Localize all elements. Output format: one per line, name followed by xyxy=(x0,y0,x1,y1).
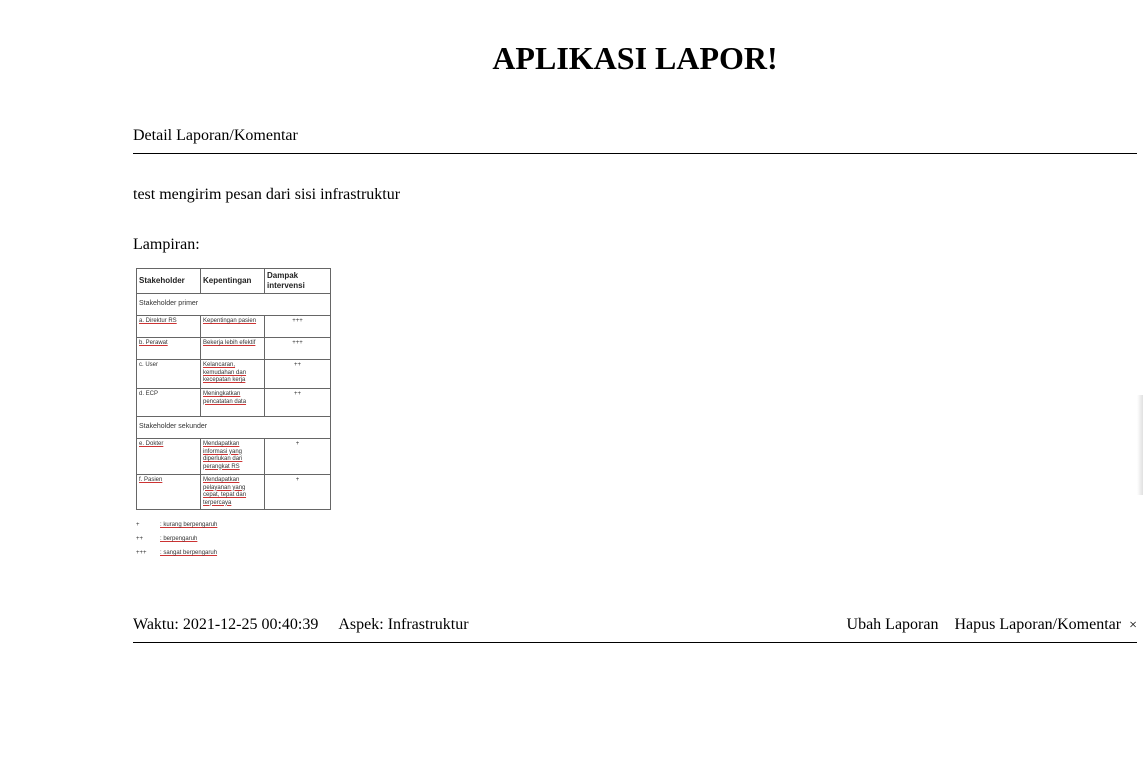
legend-item: +++ : sangat berpengaruh xyxy=(136,546,332,560)
page: APLIKASI LAPOR! Detail Laporan/Komentar … xyxy=(0,0,1143,761)
app-title: APLIKASI LAPOR! xyxy=(492,40,778,76)
legend-text: : kurang berpengaruh xyxy=(160,522,218,528)
attachment-cell: ++ xyxy=(264,388,331,417)
edit-report-link[interactable]: Ubah Laporan xyxy=(847,616,939,634)
attachment-cell: b. Perawat xyxy=(136,337,201,360)
report-time: Waktu: 2021-12-25 00:40:39 xyxy=(133,616,319,633)
report-footer: Waktu: 2021-12-25 00:40:39 Aspek: Infras… xyxy=(133,616,1137,643)
attachment-header-stakeholder: Stakeholder xyxy=(136,268,201,294)
attachment-cell: Meningkatkan pencatatan data xyxy=(200,388,265,417)
report-meta: Waktu: 2021-12-25 00:40:39 Aspek: Infras… xyxy=(133,616,469,634)
attachment-cell: d. ECP xyxy=(136,388,201,417)
attachment-cell: + xyxy=(264,474,331,510)
attachment-cell: a. Direktur RS xyxy=(136,315,201,338)
report-aspect: Aspek: Infrastruktur xyxy=(338,616,469,633)
section-header: Detail Laporan/Komentar xyxy=(133,127,1137,154)
attachment-group-primary: Stakeholder primer xyxy=(136,293,331,316)
legend-text: : sangat berpengaruh xyxy=(160,550,218,556)
attachment-cell: Mendapatkan pelayanan yang cepat, tepat … xyxy=(200,474,265,510)
attachment-cell: Mendapatkan informasi yang diperlukan da… xyxy=(200,438,265,475)
delete-report-link[interactable]: Hapus Laporan/Komentar xyxy=(954,616,1121,634)
attachment-cell: ++ xyxy=(264,359,331,389)
attachment-cell: +++ xyxy=(264,315,331,338)
attachment-cell: + xyxy=(264,438,331,475)
attachment-cell: Bekerja lebih efektif xyxy=(200,337,265,360)
attachment-label: Lampiran: xyxy=(133,236,200,253)
attachment-header-impact: Dampak intervensi xyxy=(264,268,331,294)
legend-text: : berpengaruh xyxy=(160,536,198,542)
attachment-image: Stakeholder Kepentingan Dampak intervens… xyxy=(136,268,332,560)
legend-item: ++ : berpengaruh xyxy=(136,532,332,546)
attachment-legend: + : kurang berpengaruh ++ : berpengaruh ++… xyxy=(136,518,332,560)
attachment-cell: c. User xyxy=(136,359,201,389)
legend-symbol: + xyxy=(136,522,140,528)
close-icon[interactable]: × xyxy=(1129,618,1137,634)
edge-shadow xyxy=(1137,395,1143,495)
attachment-header-interest: Kepentingan xyxy=(200,268,265,294)
report-actions: Ubah Laporan Hapus Laporan/Komentar × xyxy=(847,616,1137,634)
legend-symbol: +++ xyxy=(136,550,147,556)
report-text: test mengirim pesan dari sisi infrastruk… xyxy=(133,186,401,203)
attachment-cell: +++ xyxy=(264,337,331,360)
attachment-cell: e. Dokter xyxy=(136,438,201,475)
attachment-cell: Kepentingan pasien xyxy=(200,315,265,338)
attachment-cell: f. Pasien xyxy=(136,474,201,510)
legend-symbol: ++ xyxy=(136,536,144,542)
legend-item: + : kurang berpengaruh xyxy=(136,518,332,532)
attachment-group-secondary: Stakeholder sekunder xyxy=(136,416,331,439)
attachment-table: Stakeholder Kepentingan Dampak intervens… xyxy=(136,268,331,510)
attachment-cell: Kelancaran, kemudahan dan kecepatan kerj… xyxy=(200,359,265,389)
